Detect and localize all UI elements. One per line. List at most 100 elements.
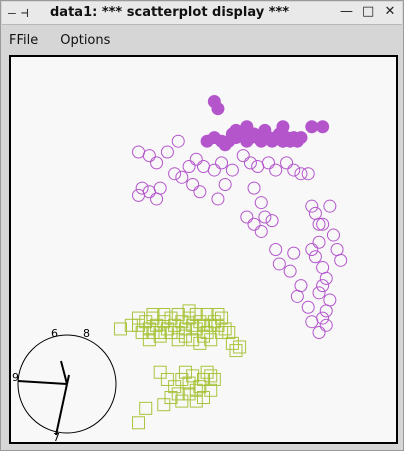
scatter-point-s2-p34 bbox=[164, 326, 178, 340]
scatter-point-s1-p6 bbox=[175, 170, 189, 184]
scatter-point-s2-p45 bbox=[171, 307, 185, 321]
scatter-point-s1-p53 bbox=[294, 279, 308, 293]
scatter-point-s1-p7 bbox=[168, 167, 182, 181]
scatter-point-s2-p3 bbox=[139, 315, 153, 329]
scatter-point-s1-p17 bbox=[269, 163, 283, 177]
close-button[interactable]: ✕ bbox=[384, 4, 396, 19]
scatter-point-s1-p27 bbox=[153, 181, 167, 195]
scatter-point-s1-p61 bbox=[287, 246, 301, 260]
scatter-point-s2-p12 bbox=[171, 326, 185, 340]
dial-label-top_right: 8 bbox=[83, 327, 90, 340]
scatter-point-s2-p71 bbox=[139, 401, 153, 415]
scatter-point-s2-p58 bbox=[193, 380, 207, 394]
scatter-point-s1-p9 bbox=[197, 159, 210, 173]
scatter-point-s2-p14 bbox=[178, 322, 192, 336]
scatter-point-s1-p20 bbox=[294, 167, 308, 181]
window-controls: — □ ✕ bbox=[340, 4, 396, 19]
menu-options[interactable]: Options bbox=[56, 33, 114, 48]
scatter-point-s1-p2 bbox=[150, 156, 164, 170]
scatter-point-s1-p35 bbox=[240, 210, 254, 224]
scatter-point-s1-p51 bbox=[312, 326, 326, 340]
scatter-point-s2-p44 bbox=[157, 307, 171, 321]
scatter-point-s2-p4 bbox=[142, 322, 156, 336]
scatter-point-s2-p52 bbox=[168, 380, 182, 394]
scatter-point-s1-p43 bbox=[316, 261, 330, 275]
scatter-point-s1-p24 bbox=[135, 181, 149, 195]
scatter-point-s2-p68 bbox=[171, 387, 185, 401]
scatter-point-s1-p46 bbox=[312, 286, 326, 300]
scatter-point-s1-p63 bbox=[323, 199, 337, 213]
scatter-point-s2-p39 bbox=[197, 329, 210, 343]
scatter-point-s2-p70 bbox=[157, 398, 171, 412]
scatter-point-s1-p64 bbox=[330, 243, 344, 256]
axes-dial[interactable]: 6 8 9 7 bbox=[12, 327, 117, 442]
scatter-point-s1-p50 bbox=[319, 318, 333, 332]
scatter-point-s1-p49 bbox=[316, 311, 330, 325]
scatter-point-s0-p31 bbox=[218, 138, 232, 152]
scatter-point-s1-p40 bbox=[312, 235, 326, 249]
scatter-point-s2-p62 bbox=[207, 372, 221, 386]
pin-icon[interactable]: ⊣ bbox=[21, 6, 29, 21]
title-bar[interactable]: — ⊣ data1: *** scatterplot display *** —… bbox=[2, 2, 402, 25]
scatter-point-s2-p26 bbox=[222, 326, 236, 340]
scatter-point-s2-p66 bbox=[182, 387, 196, 401]
scatter-point-s1-p32 bbox=[247, 181, 261, 195]
scatter-point-s1-p1 bbox=[142, 149, 156, 163]
scatter-point-s0-p30 bbox=[229, 123, 243, 137]
scatter-point-s2-p25 bbox=[218, 322, 232, 336]
scatter-point-s2-p35 bbox=[171, 333, 185, 347]
scatter-point-s1-p47 bbox=[323, 293, 337, 307]
scatter-point-s2-p20 bbox=[200, 326, 214, 340]
scatter-point-s1-p66 bbox=[334, 253, 348, 267]
scatter-point-s2-p1 bbox=[124, 318, 138, 332]
scatter-point-s2-p57 bbox=[189, 383, 203, 397]
scatter-point-s1-p16 bbox=[261, 156, 275, 170]
scatter-point-s0-p28 bbox=[305, 120, 319, 134]
scatter-point-s2-p5 bbox=[146, 311, 160, 325]
scatter-point-s1-p25 bbox=[142, 185, 156, 199]
scatter-point-s1-p33 bbox=[254, 196, 268, 210]
scatter-point-s2-p0 bbox=[113, 322, 127, 336]
axis-7-line bbox=[55, 383, 68, 436]
scatter-point-s2-p33 bbox=[153, 329, 167, 343]
menu-file[interactable]: FFile bbox=[5, 33, 42, 48]
scatter-point-s1-p28 bbox=[186, 178, 200, 192]
axis-6-line bbox=[60, 360, 68, 385]
scatter-point-s1-p41 bbox=[305, 243, 319, 256]
scatter-point-s2-p43 bbox=[146, 307, 160, 321]
scatter-point-s2-p46 bbox=[182, 304, 196, 318]
scatter-point-s2-p29 bbox=[233, 340, 247, 354]
scatter-point-s2-p38 bbox=[193, 336, 207, 350]
scatter-point-s2-p7 bbox=[153, 326, 167, 340]
scatterplot-canvas[interactable]: 6 8 9 7 bbox=[9, 55, 398, 444]
scatter-point-s2-p21 bbox=[204, 318, 218, 332]
scatter-point-s1-p10 bbox=[207, 163, 221, 177]
scatterplot-svg[interactable]: 6 8 9 7 bbox=[11, 57, 396, 442]
scatter-point-s2-p72 bbox=[132, 416, 146, 430]
scatter-point-s2-p2 bbox=[132, 318, 146, 332]
scatter-point-s2-p13 bbox=[175, 315, 189, 329]
scatter-point-s2-p69 bbox=[164, 391, 178, 405]
scatter-point-s1-p59 bbox=[254, 224, 268, 238]
scatter-point-s1-p21 bbox=[301, 167, 315, 181]
dial-label-top_left: 6 bbox=[51, 327, 58, 340]
scatter-point-s1-p34 bbox=[258, 210, 272, 224]
scatter-point-s1-p54 bbox=[290, 289, 304, 303]
minimize-button[interactable]: — bbox=[340, 4, 353, 19]
scatter-point-s2-p31 bbox=[142, 333, 156, 347]
scatter-point-s2-p40 bbox=[204, 333, 218, 347]
scatter-point-s2-p64 bbox=[197, 391, 210, 405]
scatter-point-s2-p51 bbox=[160, 372, 174, 386]
scatter-point-s1-p5 bbox=[182, 159, 196, 173]
scatter-point-s1-p65 bbox=[326, 228, 340, 242]
maximize-button[interactable]: □ bbox=[362, 4, 374, 19]
dial-label-left: 9 bbox=[12, 371, 19, 384]
scatter-point-s0-p27 bbox=[276, 120, 290, 134]
window-menu-icon[interactable]: — bbox=[8, 6, 16, 21]
scatter-point-s2-p24 bbox=[215, 311, 229, 325]
scatter-point-s1-p38 bbox=[308, 206, 322, 220]
scatter-point-s0-p26 bbox=[258, 123, 272, 137]
scatter-point-s0-p29 bbox=[316, 120, 330, 134]
scatter-point-s1-p18 bbox=[280, 156, 294, 170]
scatter-point-s2-p8 bbox=[157, 315, 171, 329]
